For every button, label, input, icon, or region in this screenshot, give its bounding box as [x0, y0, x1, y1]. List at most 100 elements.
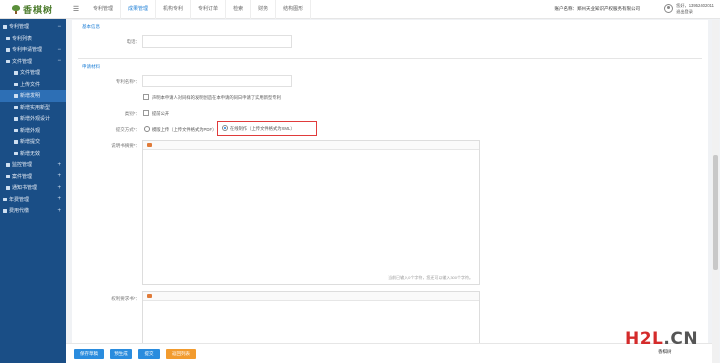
sidebar-item[interactable]: 新增外观设计 [0, 113, 66, 125]
folder-icon [3, 209, 7, 213]
sidebar-item[interactable]: 费用代缴 + [0, 205, 66, 217]
sidebar-item[interactable]: 上传文件 [0, 79, 66, 91]
folder-icon [14, 82, 18, 86]
logo-text: 香棋树 [23, 5, 54, 16]
sidebar-item-label: 案件管理 [12, 173, 33, 180]
folder-icon [3, 25, 7, 29]
sidebar-item[interactable]: 新增无效 [0, 148, 66, 160]
user-avatar-icon[interactable] [664, 4, 674, 13]
back-to-list-button[interactable]: 返回列表 [166, 349, 196, 359]
sidebar-item-label: 新增提交 [20, 139, 41, 146]
account-name: 账户名称：郑州天业知识产权服务有限公司 [554, 6, 641, 11]
expand-icon[interactable]: + [57, 208, 61, 214]
patent-name-input[interactable] [142, 75, 292, 87]
section-divider [78, 58, 702, 59]
watermark-grey: .CN [663, 329, 699, 349]
preview-button[interactable]: 预生成 [110, 349, 132, 359]
tab-item[interactable]: 机构专利 [156, 0, 192, 19]
expand-icon[interactable]: + [57, 162, 61, 168]
early-publish-text: 提前公开 [152, 111, 170, 116]
folder-icon [14, 105, 18, 109]
sidebar: 香棋树 专利管理 − 专利列表 专利申请管理 − 文件管理 − 文件管理 上传文件 新增发明 新增实… [0, 0, 66, 363]
sidebar-item[interactable]: 监控管理 + [0, 159, 66, 171]
sidebar-item[interactable]: 新增实用新型 [0, 102, 66, 114]
sidebar-item-label: 新增发明 [20, 93, 41, 100]
sidebar-item-label: 费用代缴 [9, 208, 30, 215]
tab-item[interactable]: 检索 [226, 0, 252, 19]
option-template-radio[interactable] [144, 126, 150, 132]
edit-icon[interactable] [147, 294, 152, 298]
tab-item[interactable]: 专利订单 [191, 0, 227, 19]
abstract-label: 说明书摘要*： [111, 143, 140, 148]
sidebar-item[interactable]: 专利申请管理 − [0, 44, 66, 56]
editor-toolbar [143, 292, 479, 301]
save-draft-button[interactable]: 保存草稿 [74, 349, 104, 359]
logout-link[interactable]: 退出登录 [676, 9, 714, 15]
user-greeting: 您好，13952402011 [676, 3, 714, 8]
folder-icon [6, 186, 10, 190]
tab-item[interactable]: 专利管理 [86, 0, 122, 19]
tab-item[interactable]: 成果管理 [121, 0, 157, 19]
top-tabs: 专利管理 成果管理 机构专利 专利订单 检索 财务 结构图形 [86, 0, 312, 19]
tree-logo-icon [12, 4, 20, 14]
option-template-text: 模版上传（上传文件格式为PDF） [152, 127, 217, 132]
sidebar-item[interactable]: 专利管理 − [0, 21, 66, 33]
action-bar: 保存草稿 预生成 提交 返回列表 [66, 343, 712, 363]
phone-field[interactable] [142, 35, 292, 48]
option-online-radio[interactable] [222, 125, 228, 131]
claims-editor[interactable] [142, 291, 480, 351]
sidebar-item[interactable]: 新增外观 [0, 125, 66, 137]
collapse-icon[interactable]: − [57, 47, 61, 53]
folder-icon [6, 163, 10, 167]
abstract-editor[interactable]: 当前已输入0个字符，您还可以输入300个字符。 [142, 140, 480, 285]
sidebar-item[interactable]: 专利列表 [0, 33, 66, 45]
tab-item[interactable]: 结构图形 [276, 0, 312, 19]
folder-icon [3, 197, 7, 201]
abstract-char-counter: 当前已输入0个字符，您还可以输入300个字符。 [388, 275, 473, 280]
sidebar-item-label: 上传文件 [20, 81, 41, 88]
collapse-icon[interactable]: − [57, 24, 61, 30]
declaration-checkbox[interactable] [143, 94, 149, 100]
expand-icon[interactable]: + [57, 185, 61, 191]
expand-icon[interactable]: + [57, 173, 61, 179]
folder-icon [6, 59, 10, 63]
sidebar-item-label: 文件管理 [20, 70, 41, 77]
sidebar-item[interactable]: 新增发明 [0, 90, 66, 102]
sidebar-item-label: 专利申请管理 [12, 47, 43, 54]
logo[interactable]: 香棋树 [0, 0, 66, 19]
section-basic-info: 基本信息 [82, 24, 100, 29]
sidebar-item-label: 通知书管理 [12, 185, 38, 192]
submit-button[interactable]: 提交 [138, 349, 160, 359]
sidebar-item[interactable]: 通知书管理 + [0, 182, 66, 194]
claims-label: 权利要求书*： [111, 296, 140, 301]
collapse-icon[interactable]: − [57, 58, 61, 64]
tab-item[interactable]: 财务 [251, 0, 277, 19]
page-scrollbar[interactable] [712, 20, 719, 363]
sidebar-item[interactable]: 年费管理 + [0, 194, 66, 206]
sidebar-item-label: 专利列表 [12, 35, 33, 42]
main-form: 基本信息 电话： 申请材料 专利名称*： 声明本申请人对同样的发明创造在本申请的… [72, 20, 708, 351]
sidebar-item-label: 新增外观设计 [20, 116, 51, 123]
method-label: 提交方式*： [115, 127, 140, 132]
folder-icon [14, 151, 18, 155]
user-menu[interactable]: 您好，13952402011 退出登录 [664, 3, 714, 14]
watermark-sub: 香棋树 [658, 349, 672, 354]
folder-icon [14, 117, 18, 121]
menu-toggle-icon[interactable]: ☰ [66, 5, 86, 13]
sidebar-item-label: 新增实用新型 [20, 104, 51, 111]
scrollbar-thumb[interactable] [713, 155, 718, 270]
expand-icon[interactable]: + [57, 196, 61, 202]
sidebar-item-label: 新增无效 [20, 150, 41, 157]
sidebar-item[interactable]: 文件管理 [0, 67, 66, 79]
sidebar-item[interactable]: 案件管理 + [0, 171, 66, 183]
early-publish-checkbox[interactable] [143, 110, 149, 116]
sidebar-nav: 专利管理 − 专利列表 专利申请管理 − 文件管理 − 文件管理 上传文件 新增发明 新增实用新型新… [0, 19, 66, 217]
sidebar-item[interactable]: 文件管理 − [0, 56, 66, 68]
top-bar: ☰ 专利管理 成果管理 机构专利 专利订单 检索 财务 结构图形 账户名称：郑州天业知识产权… [66, 0, 720, 19]
sidebar-item-label: 新增外观 [20, 127, 41, 134]
watermark-red: H2L [625, 329, 664, 349]
category-label: 类别*： [124, 111, 140, 116]
edit-icon[interactable] [147, 143, 152, 147]
folder-icon [6, 36, 10, 40]
sidebar-item[interactable]: 新增提交 [0, 136, 66, 148]
